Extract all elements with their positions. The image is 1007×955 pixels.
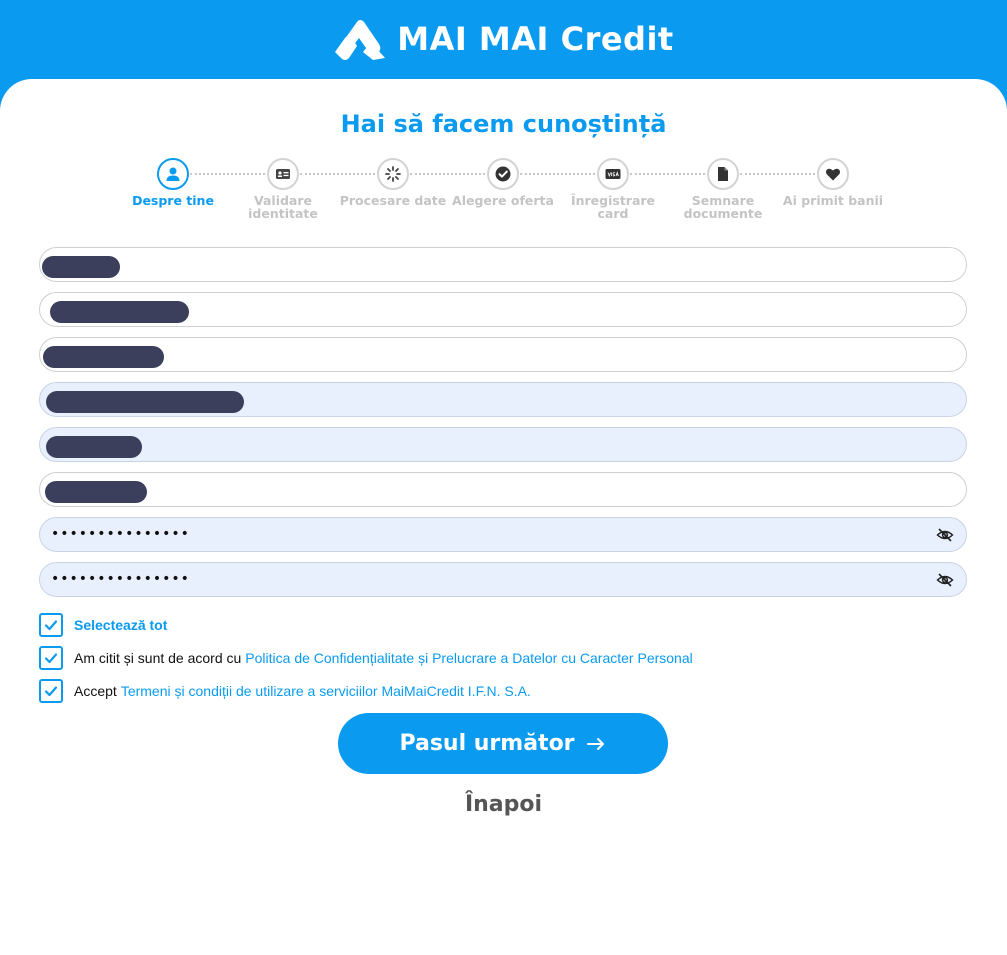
step-procesare-date: Procesare date (338, 158, 448, 207)
privacy-consent-checkbox[interactable] (39, 646, 63, 670)
back-button[interactable]: Înapoi (0, 792, 1007, 817)
form-field-3[interactable] (39, 337, 967, 372)
check-circle-icon (495, 166, 511, 182)
step-semnare-documente: Semnare documente (668, 158, 778, 220)
password-value: ••••••••••••••• (51, 526, 190, 542)
form-field-4[interactable] (39, 382, 967, 417)
step-label: Alegere oferta (452, 193, 554, 208)
form-field-6[interactable] (39, 472, 967, 507)
brand-logo[interactable]: MAI MAI Credit (0, 14, 1007, 64)
checkmark-icon (44, 653, 58, 664)
redacted-value (46, 391, 244, 413)
checkmark-icon (44, 620, 58, 631)
personal-data-form: ••••••••••••••• ••••••••••••••• (39, 247, 967, 607)
redacted-value (45, 481, 147, 503)
redacted-value (50, 301, 189, 323)
step-alegere-oferta: Alegere oferta (448, 158, 558, 207)
arrow-right-icon (586, 737, 604, 750)
eye-off-icon[interactable] (936, 571, 954, 589)
step-label: Semnare documente (683, 193, 763, 221)
step-label: Despre tine (132, 193, 214, 208)
terms-consent-text: Accept (74, 683, 117, 699)
redacted-value (42, 256, 120, 278)
terms-consent-checkbox[interactable] (39, 679, 63, 703)
privacy-consent-text: Am citit și sunt de acord cu (74, 650, 242, 666)
form-field-2[interactable] (39, 292, 967, 327)
select-all-checkbox[interactable] (39, 613, 63, 637)
select-all-row: Selectează tot (39, 612, 969, 638)
spinner-icon (385, 166, 401, 182)
step-label: Validare identitate (248, 193, 318, 221)
step-label: Înregistrare card (570, 193, 656, 221)
terms-link[interactable]: Termeni și condiții de utilizare a servi… (121, 683, 531, 699)
eye-off-icon[interactable] (936, 526, 954, 544)
step-validare-identitate: Validare identitate (228, 158, 338, 220)
form-field-5[interactable] (39, 427, 967, 462)
heart-icon (826, 168, 840, 181)
document-icon (718, 167, 728, 181)
id-card-icon (276, 169, 290, 179)
select-all-label[interactable]: Selectează tot (74, 617, 167, 633)
user-icon (166, 167, 180, 181)
next-step-button[interactable]: Pasul următor (338, 713, 668, 774)
brand-name: MAI MAI Credit (397, 20, 674, 58)
consent-section: Selectează tot Am citit și sunt de acord… (39, 612, 969, 711)
redacted-value (46, 436, 142, 458)
checkmark-icon (44, 686, 58, 697)
redacted-value (43, 346, 164, 368)
step-label: Ai primit banii (782, 193, 884, 208)
confirm-password-field[interactable]: ••••••••••••••• (39, 562, 967, 597)
form-field-1[interactable] (39, 247, 967, 282)
next-step-label: Pasul următor (399, 731, 575, 756)
visa-card-icon (605, 169, 621, 179)
confirm-password-value: ••••••••••••••• (51, 571, 190, 587)
privacy-consent-row: Am citit și sunt de acord cu Politica de… (39, 645, 969, 671)
step-despre-tine: Despre tine (118, 158, 228, 207)
progress-stepper: Despre tine Validare identitate Procesar… (0, 158, 1007, 228)
privacy-policy-link[interactable]: Politica de Confidențialitate și Prelucr… (245, 650, 692, 666)
terms-consent-row: Accept Termeni și condiții de utilizare … (39, 678, 969, 704)
step-label: Procesare date (339, 193, 447, 208)
step-inregistrare-card: Înregistrare card (558, 158, 668, 220)
page-title: Hai să facem cunoștință (340, 110, 667, 138)
password-field[interactable]: ••••••••••••••• (39, 517, 967, 552)
step-ai-primit-banii: Ai primit banii (778, 158, 888, 207)
logo-mark-icon (335, 20, 386, 60)
